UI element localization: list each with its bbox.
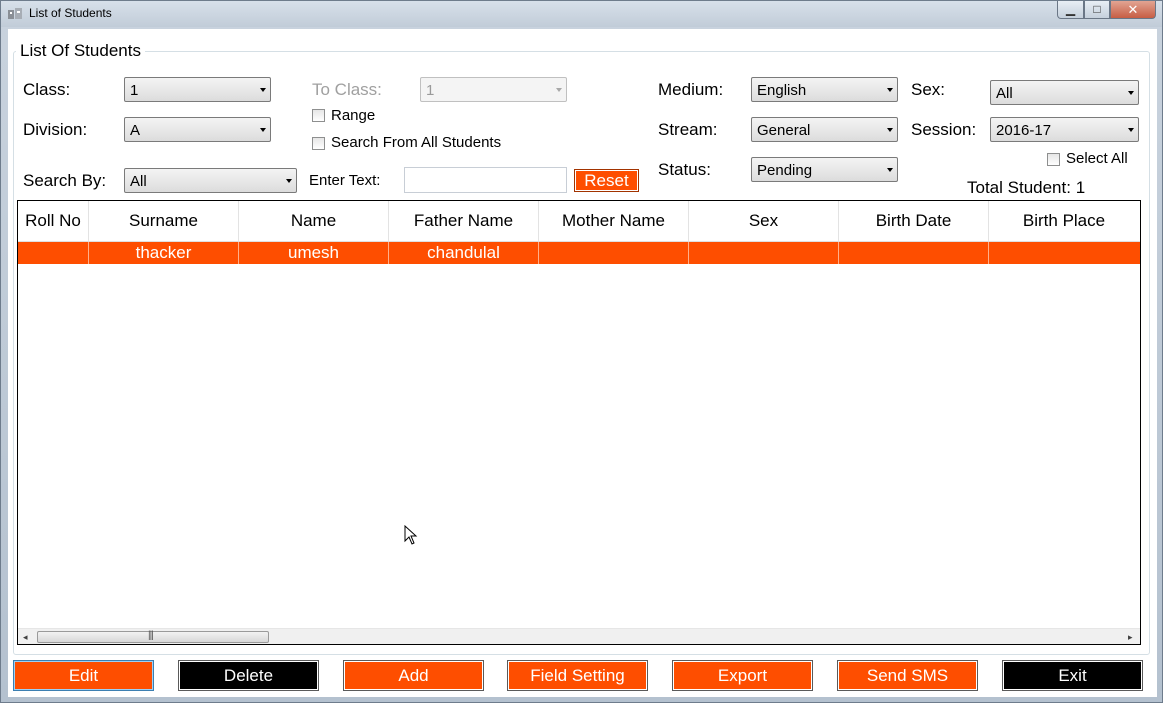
exit-button[interactable]: Exit	[1002, 660, 1143, 691]
chevron-down-icon	[887, 88, 893, 92]
enter-text-label: Enter Text:	[309, 172, 381, 189]
scrollbar-grip-icon: |||	[148, 630, 154, 641]
sex-label: Sex:	[911, 80, 946, 99]
total-student-text: Total Student:	[967, 178, 1071, 197]
close-icon: ✕	[1127, 2, 1139, 17]
division-select[interactable]: A	[124, 117, 271, 142]
division-label: Division:	[23, 120, 88, 139]
column-header-birth-place[interactable]: Birth Place	[989, 201, 1139, 241]
cell-name[interactable]: umesh	[239, 242, 389, 264]
search-by-label: Search By:	[23, 171, 107, 190]
chevron-down-icon	[260, 128, 266, 132]
app-icon	[8, 8, 22, 19]
column-header-father-name[interactable]: Father Name	[389, 201, 539, 241]
edit-button[interactable]: Edit	[13, 660, 154, 691]
medium-label: Medium:	[658, 80, 724, 99]
cell-mother-name[interactable]	[539, 242, 689, 264]
export-button[interactable]: Export	[672, 660, 813, 691]
medium-select[interactable]: English	[751, 77, 898, 102]
cell-sex[interactable]	[689, 242, 839, 264]
chevron-down-icon	[556, 88, 562, 92]
search-by-value: All	[130, 173, 147, 190]
cell-father-name[interactable]: chandulal	[389, 242, 539, 264]
column-header-mother-name[interactable]: Mother Name	[539, 201, 689, 241]
search-all-label: Search From All Students	[331, 134, 502, 151]
students-grid[interactable]: Roll No Surname Name Father Name Mother …	[17, 200, 1141, 645]
column-header-name[interactable]: Name	[239, 201, 389, 241]
total-student-label: Total Student: 1	[967, 178, 1085, 198]
search-by-select[interactable]: All	[124, 168, 297, 193]
close-button[interactable]: ✕	[1110, 1, 1156, 19]
to-class-label: To Class:	[312, 80, 382, 99]
stream-select[interactable]: General	[751, 117, 898, 142]
reset-button[interactable]: Reset	[574, 169, 639, 192]
add-button[interactable]: Add	[343, 660, 484, 691]
status-value: Pending	[757, 162, 813, 179]
scroll-right-icon[interactable]: ▸	[1128, 632, 1133, 643]
scrollbar-thumb[interactable]: |||	[37, 630, 269, 643]
search-all-checkbox[interactable]	[312, 137, 325, 150]
mouse-pointer-icon	[404, 525, 418, 545]
search-text-input[interactable]	[404, 167, 567, 193]
field-setting-button[interactable]: Field Setting	[507, 660, 648, 691]
status-label: Status:	[658, 160, 711, 179]
send-sms-button[interactable]: Send SMS	[837, 660, 978, 691]
column-header-birth-date[interactable]: Birth Date	[839, 201, 989, 241]
minimize-icon: ▁	[1065, 2, 1076, 16]
status-select[interactable]: Pending	[751, 157, 898, 182]
scroll-left-icon[interactable]: ◂	[23, 632, 28, 643]
division-value: A	[130, 122, 141, 139]
window-client-area: List Of Students Class: 1 Division: A To…	[8, 29, 1157, 697]
medium-value: English	[757, 82, 807, 99]
column-header-roll-no[interactable]: Roll No	[18, 201, 89, 241]
grid-header: Roll No Surname Name Father Name Mother …	[18, 201, 1140, 242]
title-bar[interactable]: List of Students ▁ □ ✕	[1, 1, 1162, 27]
chevron-down-icon	[1128, 91, 1134, 95]
window-title: List of Students	[29, 6, 112, 20]
session-value: 2016-17	[996, 122, 1052, 139]
app-window: List of Students ▁ □ ✕ List Of Students …	[0, 0, 1163, 703]
column-header-sex[interactable]: Sex	[689, 201, 839, 241]
cell-birth-date[interactable]	[839, 242, 989, 264]
sex-select[interactable]: All	[990, 80, 1139, 105]
maximize-button[interactable]: □	[1084, 1, 1110, 19]
groupbox-title: List Of Students	[16, 41, 145, 61]
to-class-value: 1	[426, 82, 435, 99]
session-select[interactable]: 2016-17	[990, 117, 1139, 142]
column-header-surname[interactable]: Surname	[89, 201, 239, 241]
cell-surname[interactable]: thacker	[89, 242, 239, 264]
session-label: Session:	[911, 120, 977, 139]
table-row[interactable]: thacker umesh chandulal	[18, 242, 1140, 264]
sex-value: All	[996, 85, 1013, 102]
select-all-label: Select All	[1066, 150, 1128, 167]
chevron-down-icon	[286, 179, 292, 183]
class-value: 1	[130, 82, 139, 99]
select-all-checkbox[interactable]	[1047, 153, 1060, 166]
stream-label: Stream:	[658, 120, 718, 139]
horizontal-scrollbar[interactable]: ◂ ||| ▸	[18, 628, 1140, 644]
delete-button[interactable]: Delete	[178, 660, 319, 691]
cell-birth-place[interactable]	[989, 242, 1140, 264]
chevron-down-icon	[260, 88, 266, 92]
range-label: Range	[331, 107, 376, 124]
total-student-count: 1	[1075, 178, 1086, 197]
maximize-icon: □	[1093, 2, 1101, 16]
class-label: Class:	[23, 80, 71, 99]
range-checkbox[interactable]	[312, 109, 325, 122]
class-select[interactable]: 1	[124, 77, 271, 102]
chevron-down-icon	[1128, 128, 1134, 132]
stream-value: General	[757, 122, 811, 139]
cell-roll-no[interactable]	[18, 242, 89, 264]
chevron-down-icon	[887, 168, 893, 172]
minimize-button[interactable]: ▁	[1057, 1, 1084, 19]
chevron-down-icon	[887, 128, 893, 132]
to-class-select[interactable]: 1	[420, 77, 567, 102]
